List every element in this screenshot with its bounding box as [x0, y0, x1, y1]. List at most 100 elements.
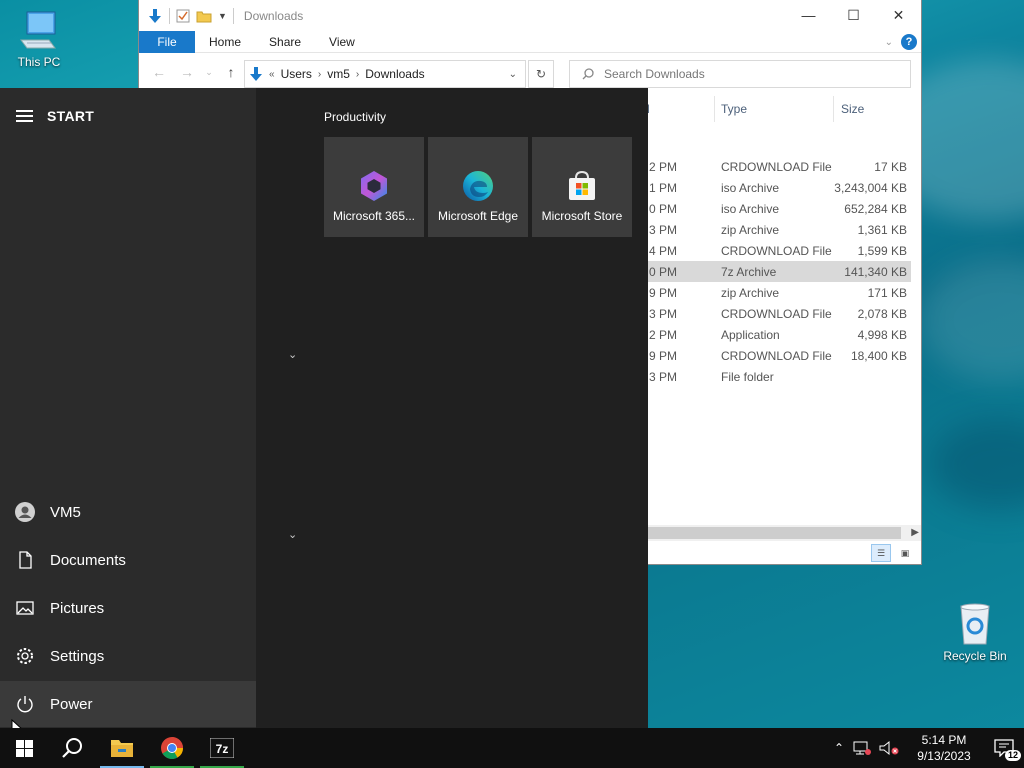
search-box[interactable]: Search Downloads — [569, 60, 911, 88]
start-menu-sidebar: START VM5 Documents Pictures Settings Po… — [0, 88, 256, 728]
view-toggle: ☰ ▣ — [871, 544, 915, 562]
tile-microsoft-edge-label: Microsoft Edge — [437, 209, 519, 223]
file-row[interactable]: 0 PM iso Archive 652,284 KB — [639, 198, 911, 219]
network-icon[interactable] — [852, 740, 872, 756]
details-view-button[interactable]: ☰ — [871, 544, 891, 562]
collapse-group-chevron-icon[interactable]: ⌄ — [288, 528, 297, 541]
tile-microsoft-365-label: Microsoft 365... — [332, 209, 416, 223]
file-row[interactable]: 9 PM CRDOWNLOAD File 18,400 KB — [639, 345, 911, 366]
start-item-pictures[interactable]: Pictures — [0, 585, 256, 631]
document-icon — [19, 551, 32, 569]
start-item-documents[interactable]: Documents — [0, 537, 256, 583]
start-item-user[interactable]: VM5 — [0, 489, 256, 535]
tile-microsoft-365[interactable]: Microsoft 365... — [324, 137, 424, 237]
recent-locations-chevron-icon[interactable]: ⌄ — [205, 67, 213, 78]
start-menu: START VM5 Documents Pictures Settings Po… — [0, 88, 648, 728]
file-explorer-icon — [111, 740, 133, 757]
column-divider[interactable] — [714, 96, 715, 122]
tile-microsoft-store-label: Microsoft Store — [541, 209, 623, 223]
breadcrumb-vm5[interactable]: vm5 — [327, 67, 350, 81]
file-date-modified: 2 PM — [649, 160, 678, 174]
volume-muted-icon[interactable] — [878, 740, 900, 756]
breadcrumb-separator-icon: › — [355, 68, 360, 80]
tile-microsoft-store[interactable]: Microsoft Store — [532, 137, 632, 237]
expand-ribbon-chevron-icon[interactable]: ⌄ — [885, 37, 893, 48]
start-item-power[interactable]: Power — [0, 681, 256, 727]
show-hidden-icons-chevron-icon[interactable]: ⌃ — [828, 741, 850, 755]
recycle-bin-desktop-icon[interactable]: Recycle Bin — [935, 602, 1015, 663]
download-arrow-icon — [149, 8, 161, 23]
start-item-settings[interactable]: Settings — [0, 633, 256, 679]
search-button[interactable] — [48, 728, 96, 768]
downloads-folder-icon — [250, 67, 262, 81]
file-row[interactable]: 1 PM iso Archive 3,243,004 KB — [639, 177, 911, 198]
this-pc-desktop-icon[interactable]: This PC — [0, 10, 79, 69]
address-bar[interactable]: « Users › vm5 › Downloads ⌄ — [244, 60, 526, 88]
file-row[interactable]: 3 PM CRDOWNLOAD File 2,078 KB — [639, 303, 911, 324]
file-type: File folder — [721, 370, 774, 384]
file-row[interactable]: 9 PM zip Archive 171 KB — [639, 282, 911, 303]
tile-microsoft-edge[interactable]: Microsoft Edge — [428, 137, 528, 237]
collapse-group-chevron-icon[interactable]: ⌄ — [288, 348, 297, 361]
file-date-modified: 9 PM — [649, 349, 678, 363]
recycle-bin-icon — [960, 603, 990, 645]
help-button[interactable]: ? — [901, 34, 917, 50]
tab-home[interactable]: Home — [195, 31, 255, 53]
maximize-button[interactable]: ☐ — [831, 0, 876, 30]
file-size: 1,599 KB — [857, 244, 907, 258]
start-button[interactable] — [0, 728, 48, 768]
file-type: CRDOWNLOAD File — [721, 160, 832, 174]
file-row[interactable]: 4 PM CRDOWNLOAD File 1,599 KB — [639, 240, 911, 261]
horizontal-scrollbar[interactable]: ▶ — [639, 525, 921, 541]
column-header-type[interactable]: Type — [721, 102, 747, 116]
file-date-modified: 3 PM — [649, 307, 678, 321]
taskbar-file-explorer[interactable] — [98, 728, 146, 768]
customize-toolbar-dropdown[interactable]: ▼ — [218, 11, 227, 21]
tab-file[interactable]: File — [139, 30, 195, 53]
taskbar-chrome[interactable] — [148, 728, 196, 768]
large-icons-view-button[interactable]: ▣ — [895, 544, 915, 562]
file-type: zip Archive — [721, 223, 780, 237]
toolbar-divider — [232, 7, 234, 24]
search-icon — [62, 738, 82, 758]
up-arrow-icon[interactable]: ↑ — [221, 64, 241, 80]
file-row[interactable]: 2 PM Application 4,998 KB — [639, 324, 911, 345]
start-menu-header: START — [16, 108, 94, 124]
file-row[interactable]: 0 PM 7z Archive 141,340 KB — [639, 261, 911, 282]
back-arrow-icon[interactable]: ← — [149, 64, 169, 80]
properties-icon[interactable] — [176, 9, 190, 23]
scroll-right-arrow-icon[interactable]: ▶ — [911, 525, 919, 541]
taskbar-7zip[interactable]: 7z — [198, 728, 246, 768]
scrollbar-thumb[interactable] — [639, 527, 901, 539]
minimize-button[interactable]: — — [786, 0, 831, 30]
tab-share[interactable]: Share — [255, 31, 315, 53]
breadcrumb-downloads[interactable]: Downloads — [365, 67, 424, 81]
column-headers: d Type Size — [639, 94, 915, 124]
file-size: 652,284 KB — [844, 202, 907, 216]
breadcrumb-overflow[interactable]: « — [269, 69, 275, 80]
breadcrumb-separator-icon: › — [317, 68, 322, 80]
search-icon — [582, 68, 594, 80]
svg-text:7z: 7z — [216, 742, 229, 756]
store-icon — [569, 170, 595, 200]
clock[interactable]: 5:14 PM 9/13/2023 — [904, 732, 984, 764]
new-folder-icon[interactable] — [196, 9, 212, 23]
file-row[interactable]: 3 PM zip Archive 1,361 KB — [639, 219, 911, 240]
refresh-button[interactable]: ↻ — [528, 60, 554, 88]
toolbar-divider — [169, 7, 170, 24]
address-dropdown-icon[interactable]: ⌄ — [509, 69, 517, 80]
column-divider[interactable] — [833, 96, 834, 122]
start-item-power-label: Power — [50, 695, 93, 713]
action-center-button[interactable]: 12 — [984, 728, 1024, 768]
file-row[interactable]: 3 PM File folder — [639, 366, 911, 387]
forward-arrow-icon[interactable]: → — [177, 64, 197, 80]
file-row[interactable]: 2 PM CRDOWNLOAD File 17 KB — [639, 156, 911, 177]
clock-time: 5:14 PM — [921, 733, 967, 747]
column-header-size[interactable]: Size — [841, 102, 864, 116]
breadcrumb-users[interactable]: Users — [281, 67, 312, 81]
close-button[interactable]: ✕ — [876, 0, 921, 30]
power-icon — [17, 696, 33, 713]
tab-view[interactable]: View — [315, 31, 369, 53]
hamburger-menu-icon[interactable] — [16, 110, 33, 122]
title-bar[interactable]: ▼ Downloads — ☐ ✕ — [139, 0, 921, 31]
